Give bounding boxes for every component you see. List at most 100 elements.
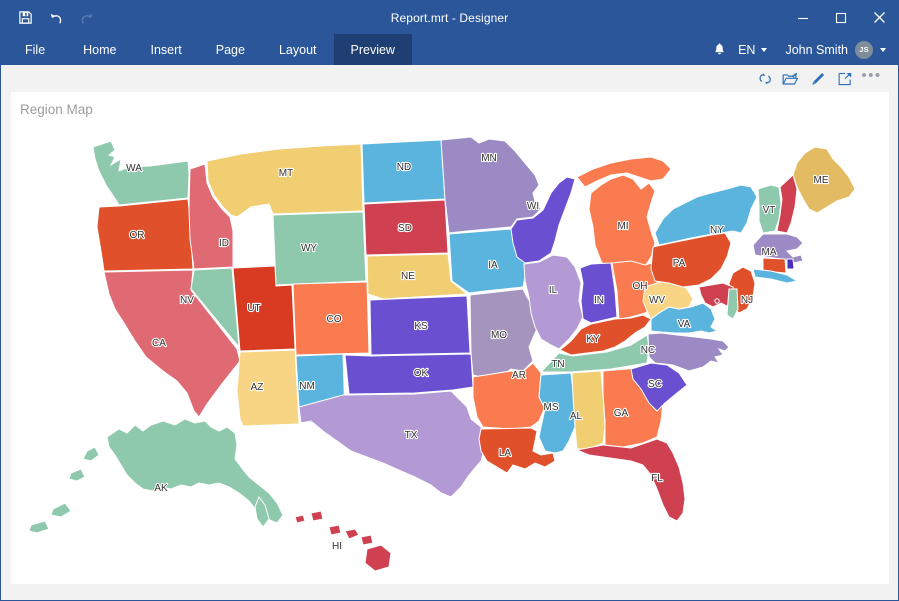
label-IN: IN [594, 295, 604, 306]
close-button[interactable] [860, 1, 898, 34]
notifications-button[interactable] [706, 37, 732, 63]
report-page: Region Map WA OR CA NV ID MT WY UT AZ CO… [11, 92, 889, 584]
tab-home[interactable]: Home [66, 34, 133, 65]
state-OR[interactable] [96, 198, 194, 272]
label-VT: VT [763, 205, 776, 216]
avatar: JS [855, 40, 873, 59]
close-icon [873, 12, 885, 23]
label-MN: MN [481, 153, 497, 164]
label-ID: ID [219, 238, 229, 249]
state-MT[interactable] [206, 143, 364, 218]
tab-page[interactable]: Page [199, 34, 262, 65]
pencil-icon [811, 72, 824, 85]
refresh-icon [758, 72, 771, 85]
label-KS: KS [414, 321, 428, 332]
page-title: Region Map [20, 102, 93, 117]
label-SD: SD [398, 223, 412, 234]
label-AZ: AZ [251, 382, 264, 393]
maximize-icon [835, 12, 847, 23]
region-map[interactable]: WA OR CA NV ID MT WY UT AZ CO NM ND SD N… [11, 118, 889, 580]
state-FL[interactable] [575, 438, 686, 522]
more-button[interactable]: ••• [858, 68, 885, 90]
state-DE[interactable] [726, 288, 739, 320]
label-NE: NE [401, 271, 415, 282]
label-PA: PA [673, 258, 686, 269]
label-WY: WY [301, 243, 317, 254]
label-NV: NV [180, 295, 194, 306]
label-WA: WA [126, 163, 142, 174]
label-HI: HI [332, 541, 342, 552]
language-label: EN [738, 42, 756, 57]
minimize-button[interactable] [784, 1, 822, 34]
label-WI: WI [527, 201, 539, 212]
chevron-down-icon [880, 47, 886, 52]
label-AR: AR [512, 370, 526, 381]
redo-button[interactable] [77, 8, 97, 28]
floppy-disk-icon [18, 11, 32, 24]
chevron-down-icon [761, 47, 768, 52]
label-CA: CA [152, 338, 166, 349]
ribbon-tab-bar: File Home Insert Page Layout Preview EN … [1, 34, 898, 65]
label-NM: NM [299, 381, 315, 392]
user-menu[interactable]: John Smith JS [775, 37, 890, 63]
fullscreen-button[interactable] [831, 68, 858, 90]
open-folder-icon [782, 72, 799, 85]
expand-icon [838, 72, 851, 85]
label-GA: GA [614, 408, 629, 419]
label-UT: UT [247, 303, 260, 314]
tab-insert[interactable]: Insert [134, 34, 199, 65]
label-CO: CO [327, 314, 342, 325]
refresh-button[interactable] [750, 68, 777, 90]
label-NY: NY [710, 225, 724, 236]
label-LA: LA [499, 448, 512, 459]
ribbon-tabs: File Home Insert Page Layout Preview [1, 34, 412, 65]
state-IN[interactable] [579, 262, 618, 324]
map-states [28, 136, 856, 572]
save-button[interactable] [15, 8, 35, 28]
maximize-button[interactable] [822, 1, 860, 34]
label-IL: IL [549, 285, 558, 296]
label-TN: TN [551, 359, 564, 370]
label-SC: SC [648, 379, 662, 390]
label-OH: OH [633, 281, 648, 292]
preview-canvas[interactable]: Region Map WA OR CA NV ID MT WY UT AZ CO… [1, 92, 898, 600]
label-MA: MA [762, 247, 777, 258]
language-selector[interactable]: EN [732, 37, 775, 63]
user-name: John Smith [785, 42, 848, 57]
tab-file[interactable]: File [1, 34, 66, 65]
tab-layout[interactable]: Layout [262, 34, 334, 65]
label-NJ: NJ [741, 295, 753, 306]
undo-arrow-icon [50, 13, 62, 23]
label-NC: NC [641, 345, 655, 356]
ellipsis-icon: ••• [861, 66, 882, 84]
tab-preview[interactable]: Preview [333, 34, 412, 65]
title-bar: Report.mrt - Designer [1, 1, 898, 34]
open-button[interactable] [777, 68, 804, 90]
minimize-icon [798, 17, 808, 19]
designer-window: Report.mrt - Designer File Home Insert P… [0, 0, 899, 601]
label-TX: TX [405, 430, 418, 441]
state-WY[interactable] [272, 211, 367, 286]
label-WV: WV [649, 295, 665, 306]
label-MS: MS [544, 402, 559, 413]
ribbon-right-controls: EN John Smith JS [706, 34, 898, 65]
state-DC[interactable] [714, 298, 720, 304]
state-RI[interactable] [786, 258, 795, 270]
state-AL[interactable] [571, 370, 606, 450]
label-AL: AL [570, 411, 583, 422]
label-VA: VA [678, 319, 691, 330]
bell-icon [714, 42, 724, 54]
label-IA: IA [488, 260, 498, 271]
state-HI[interactable] [294, 510, 392, 572]
undo-button[interactable] [46, 8, 66, 28]
label-MI: MI [617, 221, 628, 232]
state-OK[interactable] [344, 353, 474, 395]
label-OK: OK [414, 368, 429, 379]
label-OR: OR [130, 230, 145, 241]
label-ME: ME [814, 175, 829, 186]
state-TX[interactable] [298, 390, 486, 498]
state-AZ[interactable] [236, 349, 300, 427]
edit-button[interactable] [804, 68, 831, 90]
redo-arrow-icon [81, 13, 93, 23]
state-AK[interactable] [28, 418, 284, 534]
